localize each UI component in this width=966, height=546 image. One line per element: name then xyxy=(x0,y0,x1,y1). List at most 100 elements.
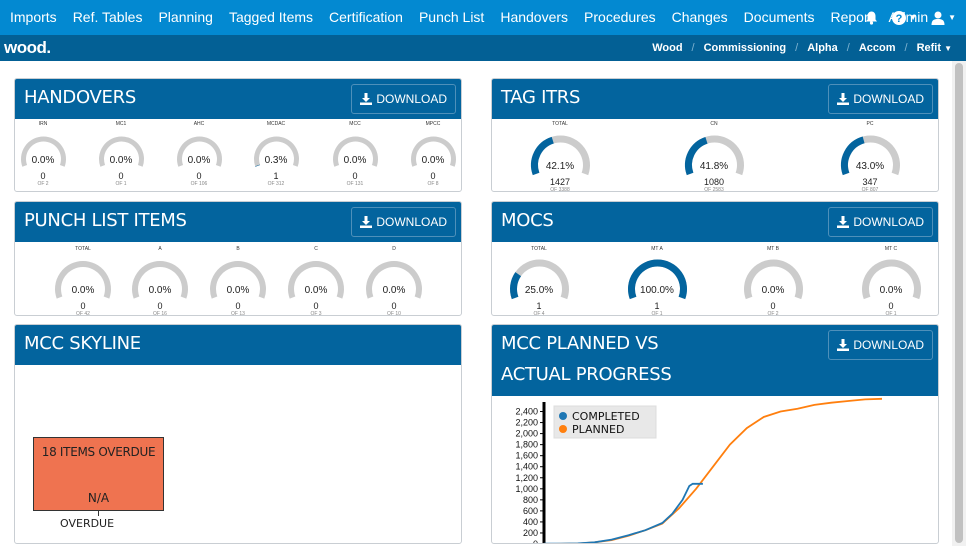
gauge-ahc[interactable]: AHC 0.0% 0 OF 106 xyxy=(173,121,226,191)
gauge-count: 0 xyxy=(40,171,46,181)
gauge-mc1[interactable]: MC1 0.0% 0 OF 1 xyxy=(95,121,148,191)
user-icon[interactable]: ▼ xyxy=(931,11,956,25)
gauge-count: 1 xyxy=(536,301,542,311)
download-button[interactable]: DOWNLOAD xyxy=(828,330,933,360)
breadcrumb-commissioning[interactable]: Commissioning xyxy=(704,42,787,54)
gauge-a[interactable]: A 0.0% 0 OF 16 xyxy=(128,246,192,316)
legend-marker-planned xyxy=(559,425,567,433)
nav-tagged-items[interactable]: Tagged Items xyxy=(221,0,321,35)
gauge-mt-a[interactable]: MT A 100.0% 1 OF 1 xyxy=(624,246,691,316)
gauge-total: OF 312 xyxy=(267,181,285,187)
panel-header: TAG ITRS DOWNLOAD xyxy=(492,79,938,119)
breadcrumb-alpha[interactable]: Alpha xyxy=(807,42,838,54)
gauge-count: 0 xyxy=(313,301,319,311)
nav-changes[interactable]: Changes xyxy=(664,0,736,35)
nav-punch-list[interactable]: Punch List xyxy=(411,0,492,35)
nav-ref-tables[interactable]: Ref. Tables xyxy=(65,0,151,35)
gauge-total[interactable]: TOTAL 25.0% 1 OF 4 xyxy=(506,246,573,315)
gauge-d[interactable]: D 0.0% 0 OF 10 xyxy=(362,246,426,316)
help-icon[interactable]: ? ▼ xyxy=(892,10,917,25)
gauge-total: OF 42 xyxy=(76,311,90,316)
gauge-total: OF 3388 xyxy=(550,187,570,192)
gauge-percent: 0.0% xyxy=(187,155,211,166)
y-tick-label: 1,000 xyxy=(515,484,538,494)
download-button[interactable]: DOWNLOAD xyxy=(351,207,456,237)
gauge-count: 1 xyxy=(273,171,279,181)
chevron-down-icon: ▼ xyxy=(948,13,956,22)
overdue-value: N/A xyxy=(87,491,110,505)
gauge-total: OF 3 xyxy=(310,311,322,316)
gauge-b[interactable]: B 0.0% 0 OF 13 xyxy=(206,246,270,315)
gauge-percent: 0.0% xyxy=(343,155,367,166)
top-nav: Imports Ref. Tables Planning Tagged Item… xyxy=(0,0,966,35)
download-icon xyxy=(837,339,850,351)
wood-logo[interactable]: wood. xyxy=(0,38,51,58)
nav-planning[interactable]: Planning xyxy=(150,0,221,35)
nav-documents[interactable]: Documents xyxy=(736,0,823,35)
gauge-count: 0 xyxy=(235,301,241,311)
download-icon xyxy=(837,216,850,228)
mocs-panel: MOCS DOWNLOAD TOTAL 25.0% 1 OF 4 MT A 100.0% 1… xyxy=(491,201,939,316)
handovers-panel: HANDOVERS DOWNLOAD IRN 0.0% 0 OF 2 MC1 0.0% 0 O… xyxy=(14,78,462,192)
tag-itrs-panel: TAG ITRS DOWNLOAD TOTAL 42.1% 1427 OF 3388 C… xyxy=(491,78,939,192)
scrollbar-thumb[interactable] xyxy=(955,63,963,543)
panel-title: MCC SKYLINE xyxy=(24,333,141,354)
breadcrumb-accom[interactable]: Accom xyxy=(859,42,896,54)
y-tick-label: 200 xyxy=(523,528,538,538)
gauge-percent: 0.0% xyxy=(382,285,406,296)
gauge-c[interactable]: C 0.0% 0 OF 3 xyxy=(284,246,348,316)
gauge-total[interactable]: TOTAL 0.0% 0 OF 42 xyxy=(51,246,115,316)
gauge-pc[interactable]: PC 43.0% 347 OF 807 xyxy=(837,121,904,191)
gauge-mt-b[interactable]: MT B 0.0% 0 OF 2 xyxy=(740,246,807,316)
y-tick-label: 2,000 xyxy=(515,429,538,439)
mcc-progress-panel: MCC PLANNED VS ACTUAL PROGRESS DOWNLOAD … xyxy=(491,324,939,544)
chevron-down-icon: ▼ xyxy=(944,44,952,53)
page-scrollbar[interactable] xyxy=(952,61,966,546)
overdue-bar[interactable]: 18 ITEMS OVERDUE N/A xyxy=(33,437,164,511)
gauge-total: OF 10 xyxy=(387,311,401,316)
nav-handovers[interactable]: Handovers xyxy=(492,0,576,35)
y-tick-label: 0 xyxy=(533,539,538,544)
gauge-total: OF 16 xyxy=(153,311,167,316)
panel-title-line2: ACTUAL PROGRESS xyxy=(501,364,672,385)
nav-certification[interactable]: Certification xyxy=(321,0,411,35)
gauge-mcc[interactable]: MCC 0.0% 0 OF 131 xyxy=(329,121,382,191)
panel-header: PUNCH LIST ITEMS DOWNLOAD xyxy=(15,202,461,242)
gauge-total[interactable]: TOTAL 42.1% 1427 OF 3388 xyxy=(527,121,594,192)
gauge-mpcc[interactable]: MPCC 0.0% 0 OF 8 xyxy=(407,121,460,191)
gauge-total: OF 2 xyxy=(767,311,779,316)
download-button[interactable]: DOWNLOAD xyxy=(351,84,456,114)
breadcrumb-refit[interactable]: Refit ▼ xyxy=(917,42,952,54)
panel-header: MCC PLANNED VS ACTUAL PROGRESS DOWNLOAD xyxy=(492,325,938,396)
svg-text:?: ? xyxy=(896,13,903,25)
breadcrumb-wood[interactable]: Wood xyxy=(652,42,682,54)
panel-title: MOCS xyxy=(501,210,554,231)
gauge-count: 1080 xyxy=(703,177,725,187)
gauge-total: OF 1 xyxy=(651,311,663,316)
nav-imports[interactable]: Imports xyxy=(0,0,65,35)
breadcrumb: Wood / Commissioning / Alpha / Accom / R… xyxy=(652,42,952,54)
gauge-percent: 42.1% xyxy=(545,161,575,172)
overdue-axis-label: OVERDUE xyxy=(60,517,115,530)
bell-icon[interactable] xyxy=(865,11,878,25)
gauge-mt-c[interactable]: MT C 0.0% 0 OF 1 xyxy=(858,246,925,315)
gauge-count: 0 xyxy=(888,301,894,311)
gauge-cn[interactable]: CN 41.8% 1080 OF 2583 xyxy=(681,121,748,191)
legend-marker-completed xyxy=(559,412,567,420)
nav-procedures[interactable]: Procedures xyxy=(576,0,664,35)
download-icon xyxy=(360,93,373,105)
gauge-count: 0 xyxy=(80,301,86,311)
gauge-total: OF 106 xyxy=(190,181,208,187)
gauge-count: 0 xyxy=(196,171,202,181)
axis-tick xyxy=(98,511,99,516)
download-button[interactable]: DOWNLOAD xyxy=(828,207,933,237)
legend-label-completed: COMPLETED xyxy=(572,410,640,423)
y-tick-label: 400 xyxy=(523,517,538,527)
gauge-percent: 43.0% xyxy=(855,161,885,172)
gauge-percent: 25.0% xyxy=(524,285,554,296)
gauge-mcdac[interactable]: MCDAC 0.3% 1 OF 312 xyxy=(250,121,303,191)
gauge-count: 1427 xyxy=(549,177,571,187)
y-tick-label: 2,400 xyxy=(515,407,538,417)
gauge-irn[interactable]: IRN 0.0% 0 OF 2 xyxy=(17,121,70,191)
download-button[interactable]: DOWNLOAD xyxy=(828,84,933,114)
